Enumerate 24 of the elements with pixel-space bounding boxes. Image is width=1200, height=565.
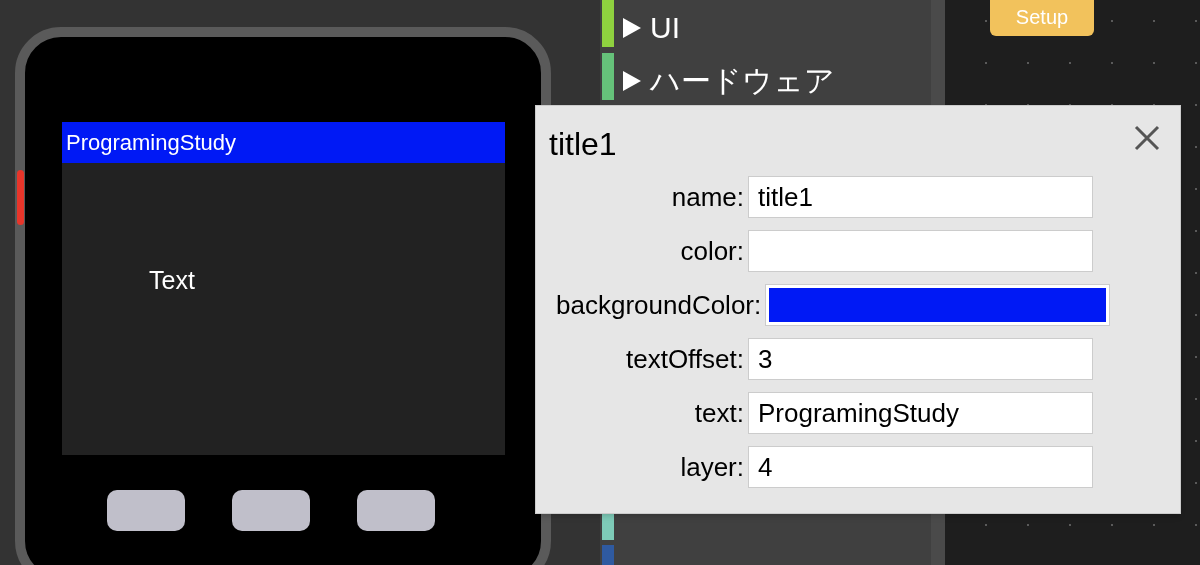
field-label: name:	[670, 180, 745, 214]
text-field[interactable]: 3	[748, 338, 1093, 380]
hardware-button[interactable]	[232, 490, 310, 531]
play-triangle-icon	[622, 17, 642, 39]
field-label: backgroundColor:	[555, 288, 763, 322]
screen-label: Text	[149, 265, 195, 296]
text-field[interactable]: ProgramingStudy	[748, 392, 1093, 434]
close-icon[interactable]	[1134, 125, 1160, 151]
play-triangle-icon	[622, 70, 642, 92]
color-field[interactable]	[765, 284, 1111, 326]
color-field[interactable]	[748, 230, 1093, 272]
category-label[interactable]: ハードウェア	[650, 64, 835, 98]
field-label: textOffset:	[625, 342, 745, 376]
led-indicator	[17, 170, 24, 225]
hardware-button[interactable]	[357, 490, 435, 531]
dialog-title: title1	[549, 125, 617, 164]
field-label: color:	[679, 234, 745, 268]
category-label[interactable]: UI	[650, 11, 680, 45]
field-label: text:	[693, 396, 745, 430]
text-field[interactable]: 4	[748, 446, 1093, 488]
hardware-button[interactable]	[107, 490, 185, 531]
screen-title: ProgramingStudy	[66, 129, 236, 157]
field-label: layer:	[679, 450, 745, 484]
text-field[interactable]: title1	[748, 176, 1093, 218]
